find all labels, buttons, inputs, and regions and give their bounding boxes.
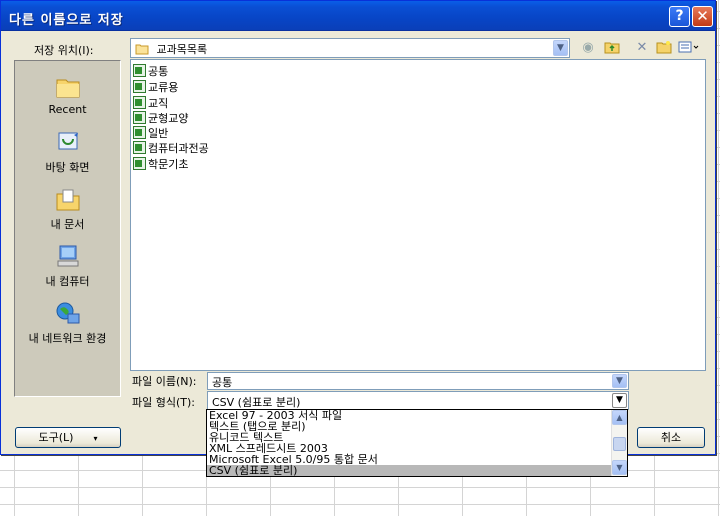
dialog-title: 다른 이름으로 저장 (9, 13, 124, 28)
places-bar: Recent 바탕 화면 내 문서 내 컴퓨터 내 네트워크 환경 (14, 60, 121, 397)
file-list[interactable]: 공통 교류용 교직 균형교양 일반 컴퓨터과전공 학문기초 (130, 59, 706, 371)
filetype-select[interactable]: CSV (쉼표로 분리) ▼ (207, 391, 629, 410)
chevron-down-icon[interactable]: ▼ (612, 393, 627, 408)
new-folder-icon[interactable] (655, 40, 673, 56)
network-icon (56, 302, 79, 324)
help-button[interactable]: ? (669, 6, 690, 27)
file-item[interactable]: 공통 (133, 63, 168, 78)
filename-value: 공통 (212, 376, 233, 389)
excel-file-icon (133, 111, 146, 124)
filetype-label: 파일 형식(T): (132, 396, 195, 409)
place-desktop[interactable]: 바탕 화면 (15, 129, 120, 175)
desktop-icon (58, 132, 78, 150)
save-in-combo[interactable]: 교과목목록 ▼ (130, 38, 570, 58)
delete-icon[interactable]: ✕ (633, 40, 651, 56)
folder-icon (135, 44, 149, 55)
filename-label: 파일 이름(N): (132, 375, 197, 388)
place-label: 내 컴퓨터 (45, 275, 90, 288)
chevron-down-icon[interactable]: ▼ (612, 374, 627, 388)
back-icon[interactable]: ◉ (579, 40, 597, 56)
file-item[interactable]: 균형교양 (133, 110, 188, 125)
excel-file-icon (133, 157, 146, 170)
scroll-thumb[interactable] (613, 437, 626, 451)
views-icon[interactable] (677, 40, 701, 56)
file-item[interactable]: 학문기초 (133, 156, 188, 171)
place-my-documents[interactable]: 내 문서 (15, 186, 120, 232)
scroll-down-icon[interactable]: ▼ (612, 460, 627, 475)
close-button[interactable]: ✕ (692, 6, 713, 27)
filetype-dropdown-list[interactable]: Excel 97 - 2003 서식 파일 텍스트 (탭으로 분리) 유니코드 … (206, 409, 628, 477)
place-network[interactable]: 내 네트워크 환경 (15, 300, 120, 346)
place-label: 내 네트워크 환경 (28, 332, 107, 345)
place-label: 내 문서 (50, 218, 85, 231)
save-as-dialog: 다른 이름으로 저장 ? ✕ 저장 위치(I): 교과목목록 ▼ ◉ ✕ Rec… (0, 0, 716, 455)
tools-button[interactable]: 도구(L) ▾ (15, 427, 121, 448)
save-in-label: 저장 위치(I): (34, 44, 94, 57)
excel-file-icon (133, 126, 146, 139)
file-item[interactable]: 일반 (133, 125, 168, 140)
dropdown-scrollbar[interactable]: ▲ ▼ (611, 410, 627, 476)
place-recent[interactable]: Recent (15, 73, 120, 116)
save-in-value: 교과목목록 (156, 43, 208, 56)
my-documents-icon (56, 189, 79, 211)
filename-input[interactable]: 공통 ▼ (207, 372, 629, 390)
file-item[interactable]: 교류용 (133, 79, 178, 94)
scroll-up-icon[interactable]: ▲ (612, 410, 627, 425)
cancel-button[interactable]: 취소 (637, 427, 705, 448)
excel-file-icon (133, 96, 146, 109)
file-item[interactable]: 교직 (133, 95, 168, 110)
filetype-option-selected[interactable]: CSV (쉼표로 분리) (207, 465, 627, 476)
title-bar: 다른 이름으로 저장 ? ✕ (1, 1, 715, 31)
chevron-down-icon: ▾ (93, 434, 98, 443)
place-label: 바탕 화면 (45, 161, 90, 174)
excel-file-icon (133, 64, 146, 77)
recent-folder-icon (56, 79, 79, 98)
chevron-down-icon[interactable]: ▼ (553, 40, 568, 56)
my-computer-icon (57, 245, 78, 267)
place-my-computer[interactable]: 내 컴퓨터 (15, 243, 120, 289)
place-label: Recent (48, 103, 87, 116)
file-item[interactable]: 컴퓨터과전공 (133, 140, 209, 155)
excel-file-icon (133, 141, 146, 154)
filetype-value: CSV (쉼표로 분리) (212, 396, 301, 409)
excel-file-icon (133, 80, 146, 93)
up-folder-icon[interactable] (603, 40, 621, 56)
